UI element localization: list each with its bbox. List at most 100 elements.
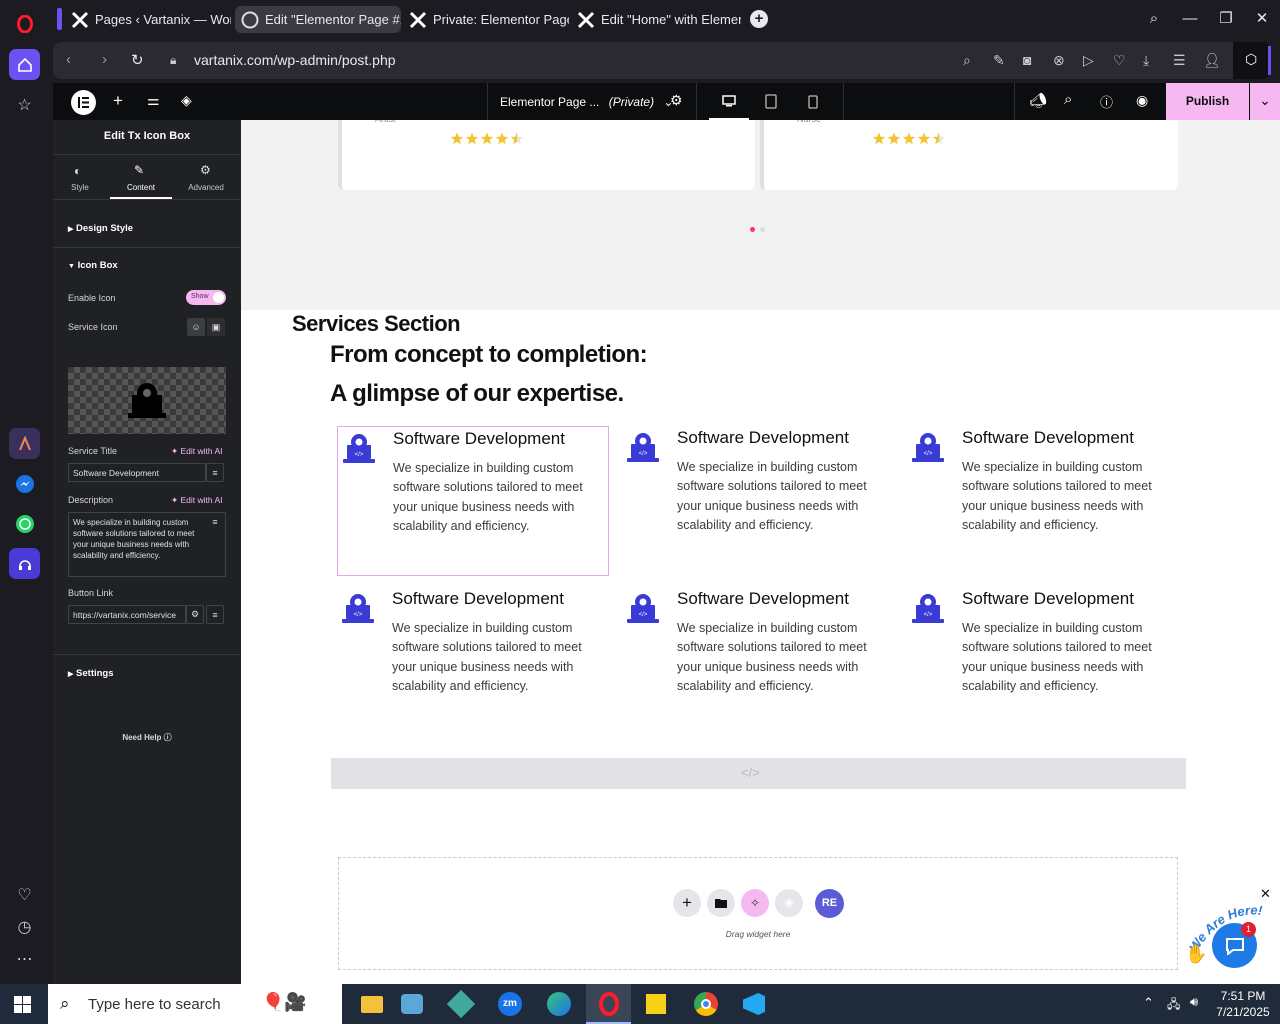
mobile-icon[interactable] — [808, 95, 818, 109]
heart-icon[interactable]: ♡ — [9, 879, 40, 910]
service-card[interactable]: </> Software Development We specialize in … — [622, 426, 894, 576]
royal-elementor-button[interactable]: RE — [815, 889, 844, 918]
notifications-icon[interactable]: 📣︎ — [1029, 92, 1047, 109]
drop-zone[interactable]: + ✧ ❀ RE Drag widget here — [338, 857, 1178, 970]
button-link-input[interactable]: https://vartanix.com/service — [68, 605, 186, 624]
windows-start-icon[interactable] — [14, 996, 31, 1018]
app-icon[interactable] — [446, 989, 476, 1019]
reload-icon[interactable]: ↻ — [131, 51, 144, 69]
preview-eye-icon[interactable]: ◉ — [1136, 92, 1148, 109]
back-icon[interactable]: ‹ — [66, 51, 71, 68]
template-library-button[interactable] — [707, 889, 735, 917]
dynamic-tags-icon[interactable]: ≡ — [206, 463, 224, 482]
opera-taskbar-button[interactable] — [586, 984, 631, 1024]
service-card[interactable]: </> Software Development We specialize in … — [907, 587, 1179, 737]
edge-icon[interactable] — [547, 992, 571, 1016]
tab-content[interactable]: ✎ Content — [110, 154, 172, 199]
opera-logo-icon[interactable] — [9, 8, 40, 39]
volume-icon[interactable]: 🔊︎ — [1190, 994, 1198, 1010]
camera-icon[interactable]: ◙ — [1023, 52, 1031, 68]
add-element-icon[interactable]: + — [113, 91, 123, 111]
whatsapp-icon[interactable] — [9, 508, 40, 539]
extensions-button[interactable]: ⬡ — [1233, 42, 1271, 79]
tray-chevron-up-icon[interactable]: ⌃ — [1143, 995, 1154, 1011]
dynamic-tags-icon[interactable]: ≡ — [206, 513, 224, 531]
elementor-logo-icon[interactable] — [71, 90, 96, 115]
kit-button[interactable]: ❀ — [775, 889, 803, 917]
dynamic-tags-icon[interactable]: ≡ — [206, 605, 224, 624]
description-textarea[interactable]: We specialize in building custom softwar… — [68, 512, 226, 577]
section-icon-box[interactable]: ▼ Icon Box — [68, 260, 118, 271]
clock[interactable]: 7:51 PM 7/21/2025 — [1214, 988, 1272, 1020]
tab-edit-home[interactable]: Edit "Home" with Elemento — [571, 6, 741, 33]
add-section-button[interactable]: + — [673, 889, 701, 917]
profile-icon[interactable]: 👤︎ — [1203, 52, 1221, 69]
structure-icon[interactable]: ◈ — [181, 92, 192, 109]
lens-icon[interactable]: ⌕ — [963, 52, 971, 69]
download-icon[interactable]: ⤓ — [1143, 52, 1149, 69]
section-design-style[interactable]: ▶ Design Style — [68, 223, 133, 234]
carousel-dot-active[interactable] — [750, 227, 755, 232]
more-icon[interactable]: ⋯ — [9, 943, 40, 974]
tab-pages[interactable]: Pages ‹ Vartanix — WordP — [65, 6, 231, 33]
html-widget-placeholder[interactable]: </> — [331, 758, 1186, 789]
upload-svg-icon[interactable]: ▣ — [207, 318, 225, 336]
service-title-input[interactable]: Software Development — [68, 463, 206, 482]
service-card[interactable]: </> Software Development We specialize in … — [907, 426, 1179, 576]
service-card-selected[interactable]: </> Software Development We specialize in … — [337, 426, 609, 576]
music-player-icon[interactable] — [9, 548, 40, 579]
taskbar-search-box[interactable]: ⌕ Type here to search 🎈🎥 — [48, 984, 342, 1024]
paint-icon[interactable] — [401, 994, 423, 1014]
ai-sparkle-button[interactable]: ✧ — [741, 889, 769, 917]
star-icon[interactable]: ☆ — [9, 89, 40, 120]
carousel-dot[interactable] — [760, 227, 765, 232]
forward-icon[interactable]: › — [102, 51, 107, 68]
need-help-link[interactable]: Need Help ⓘ — [53, 732, 241, 743]
restore-button[interactable]: ❐ — [1208, 0, 1244, 38]
aria-icon[interactable] — [9, 428, 40, 459]
network-icon[interactable]: 🖧︎ — [1167, 995, 1180, 1016]
tab-label: Advanced — [188, 183, 224, 192]
adblock-icon[interactable]: ⊗ — [1053, 52, 1065, 69]
section-settings[interactable]: ▶ Settings — [68, 668, 114, 679]
home-icon[interactable] — [9, 49, 40, 80]
tablet-icon[interactable] — [765, 94, 777, 109]
minimize-button[interactable]: — — [1172, 0, 1208, 38]
new-tab-button[interactable]: + — [750, 10, 768, 28]
site-settings-icon[interactable]: ⚌ — [147, 92, 160, 109]
tab-private-page[interactable]: Private: Elementor Page # — [403, 6, 569, 33]
zoom-icon[interactable]: zm — [498, 992, 522, 1016]
messenger-icon[interactable] — [9, 468, 40, 499]
easy-setup-icon[interactable]: ☰ — [1173, 52, 1186, 69]
url-field[interactable]: vartanix.com/wp-admin/post.php — [194, 52, 396, 68]
edit-icon[interactable]: ✎ — [993, 52, 1005, 69]
search-placeholder: Type here to search — [88, 996, 221, 1013]
desktop-view-button[interactable] — [709, 83, 749, 120]
service-card[interactable]: </> Software Development We specialize in … — [622, 587, 894, 737]
service-card[interactable]: </> Software Development We specialize in … — [337, 587, 609, 737]
heart-outline-icon[interactable]: ♡ — [1113, 52, 1126, 69]
tab-edit-elementor[interactable]: Edit "Elementor Page #100 — [235, 6, 401, 33]
sticky-notes-icon[interactable] — [646, 994, 666, 1014]
link-options-gear-icon[interactable]: ⚙ — [186, 605, 204, 624]
tab-advanced[interactable]: ⚙ Advanced — [176, 154, 236, 199]
vscode-icon[interactable] — [743, 993, 765, 1015]
file-explorer-icon[interactable] — [361, 996, 383, 1013]
icon-library-icon[interactable]: ☺ — [187, 318, 205, 336]
enable-icon-toggle[interactable]: Show — [186, 290, 226, 305]
search-tabs-icon[interactable]: ⌕ — [1136, 0, 1172, 38]
close-window-button[interactable]: ✕ — [1244, 0, 1280, 38]
publish-button[interactable]: Publish — [1166, 83, 1249, 120]
page-settings-gear-icon[interactable]: ⚙ — [670, 92, 683, 109]
icon-preview[interactable] — [68, 367, 226, 434]
publish-options-chevron-icon[interactable]: ⌄ — [1250, 83, 1280, 120]
tab-style[interactable]: ◐ Style — [50, 154, 110, 199]
send-icon[interactable]: ▷ — [1083, 52, 1094, 69]
help-icon[interactable]: ⓘ — [1100, 92, 1113, 111]
edit-with-ai-title[interactable]: ✦ Edit with AI — [171, 446, 223, 457]
history-icon[interactable]: ◷ — [9, 911, 40, 942]
page-title-dropdown[interactable]: Elementor Page ... (Private) ⌄ — [500, 95, 673, 109]
chrome-icon[interactable] — [694, 992, 718, 1016]
search-icon[interactable]: ⌕ — [1064, 91, 1072, 108]
edit-with-ai-description[interactable]: ✦ Edit with AI — [171, 495, 223, 506]
